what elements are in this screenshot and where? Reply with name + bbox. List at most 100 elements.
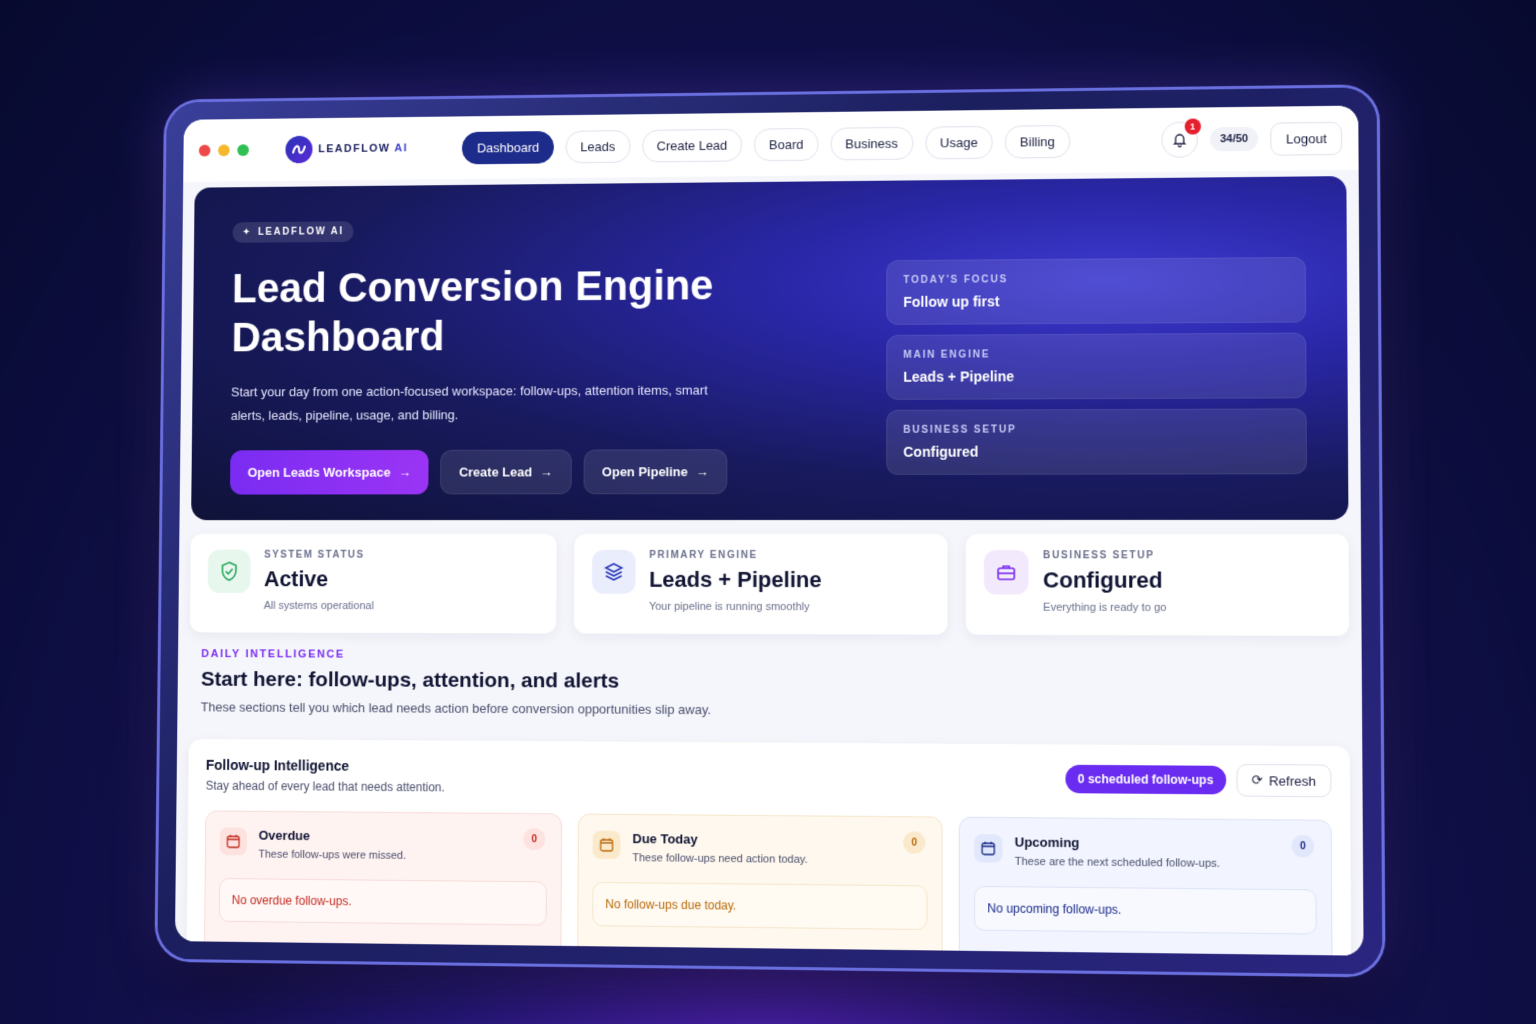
followup-cards: Overdue These follow-ups were missed. 0 …: [203, 810, 1333, 956]
right-tools: 1 34/50 Logout: [1161, 118, 1343, 158]
create-lead-label: Create Lead: [458, 464, 533, 480]
arrow-right-icon: →: [398, 464, 412, 480]
open-leads-workspace-label: Open Leads Workspace: [247, 464, 391, 480]
notification-badge: 1: [1184, 118, 1201, 135]
briefcase-icon: [984, 550, 1029, 595]
status-value: Configured: [1043, 567, 1163, 593]
focus-card-today: TODAY'S FOCUS Follow up first: [886, 256, 1307, 325]
minimize-dot[interactable]: [218, 144, 230, 157]
followup-count: 0: [903, 831, 926, 854]
status-desc: All systems operational: [263, 599, 374, 613]
followup-desc: These are the next scheduled follow-ups.: [1014, 855, 1220, 870]
shield-check-icon: [207, 549, 251, 594]
status-card-engine: PRIMARY ENGINE Leads + Pipeline Your pip…: [573, 533, 948, 635]
arrow-right-icon: →: [539, 464, 553, 480]
refresh-label: Refresh: [1268, 772, 1316, 789]
main-nav: Dashboard Leads Create Lead Board Busine…: [462, 124, 1071, 164]
status-card-system: SYSTEM STATUS Active All systems operati…: [189, 533, 557, 634]
app-screen: LEADFLOW AI Dashboard Leads Create Lead …: [174, 105, 1364, 956]
status-label: BUSINESS SETUP: [1043, 550, 1155, 562]
brand-main: LEADFLOW: [318, 142, 391, 156]
followup-empty-state: No follow-ups due today.: [592, 881, 928, 931]
close-dot[interactable]: [198, 144, 211, 157]
section-subtitle: These sections tell you which lead needs…: [200, 699, 711, 718]
focus-value: Configured: [903, 443, 979, 460]
tablet-frame: LEADFLOW AI Dashboard Leads Create Lead …: [157, 87, 1383, 975]
followup-card-overdue[interactable]: Overdue These follow-ups were missed. 0 …: [203, 810, 563, 956]
focus-label: MAIN ENGINE: [903, 349, 991, 361]
page-title: Lead Conversion Engine Dashboard: [231, 261, 714, 361]
status-value: Leads + Pipeline: [649, 566, 822, 593]
nav-leads[interactable]: Leads: [565, 129, 631, 163]
nav-create-lead[interactable]: Create Lead: [641, 128, 743, 162]
brand-logo-icon: [285, 135, 313, 164]
panel-actions: 0 scheduled follow-ups ⟳ Refresh: [1065, 763, 1332, 798]
hero-banner: ✦ LEADFLOW AI Lead Conversion Engine Das…: [191, 176, 1349, 521]
arrow-right-icon: →: [695, 464, 709, 480]
refresh-button[interactable]: ⟳ Refresh: [1235, 763, 1332, 798]
followup-title: Due Today: [632, 831, 698, 847]
nav-business[interactable]: Business: [830, 126, 913, 160]
sparkle-icon: ✦: [242, 227, 253, 238]
status-desc: Your pipeline is running smoothly: [648, 600, 810, 614]
status-label: SYSTEM STATUS: [264, 549, 365, 561]
focus-panel: TODAY'S FOCUS Follow up first MAIN ENGIN…: [886, 256, 1307, 475]
followup-empty-state: No upcoming follow-ups.: [974, 885, 1317, 935]
calendar-upcoming-icon: [974, 834, 1003, 863]
focus-card-business: BUSINESS SETUP Configured: [886, 408, 1307, 475]
logout-button[interactable]: Logout: [1270, 121, 1343, 156]
followup-title: Upcoming: [1014, 834, 1080, 851]
create-lead-button[interactable]: Create Lead →: [440, 449, 572, 495]
status-value: Active: [263, 566, 329, 592]
followup-empty-state: No overdue follow-ups.: [218, 878, 547, 926]
followup-desc: These follow-ups were missed.: [258, 848, 407, 862]
section-title: Start here: follow-ups, attention, and a…: [200, 667, 620, 693]
followup-title: Overdue: [258, 827, 311, 844]
nav-board[interactable]: Board: [754, 127, 819, 161]
followup-count: 0: [1291, 834, 1315, 858]
open-pipeline-label: Open Pipeline: [601, 464, 688, 480]
focus-value: Follow up first: [903, 293, 1000, 310]
panel-title: Follow-up Intelligence: [205, 756, 350, 774]
usage-counter[interactable]: 34/50: [1209, 126, 1259, 152]
brand[interactable]: LEADFLOW AI: [285, 135, 408, 164]
window-controls: [198, 144, 249, 157]
nav-billing[interactable]: Billing: [1004, 124, 1071, 159]
nav-usage[interactable]: Usage: [924, 125, 993, 159]
layers-icon: [591, 549, 636, 594]
status-row: SYSTEM STATUS Active All systems operati…: [189, 533, 1350, 636]
brand-suffix: AI: [394, 142, 408, 155]
hero-tag: ✦ LEADFLOW AI: [232, 221, 354, 243]
calendar-alert-icon: [219, 827, 248, 856]
notifications-button[interactable]: 1: [1161, 118, 1201, 158]
status-desc: Everything is ready to go: [1043, 601, 1167, 615]
maximize-dot[interactable]: [237, 144, 249, 157]
focus-label: BUSINESS SETUP: [903, 424, 1017, 436]
status-label: PRIMARY ENGINE: [649, 549, 758, 561]
top-bar: LEADFLOW AI Dashboard Leads Create Lead …: [183, 105, 1359, 182]
stage: LEADFLOW AI Dashboard Leads Create Lead …: [0, 0, 1536, 1024]
scheduled-count-badge[interactable]: 0 scheduled follow-ups: [1065, 764, 1226, 795]
panel-header: Follow-up Intelligence Stay ahead of eve…: [206, 757, 1332, 801]
nav-dashboard[interactable]: Dashboard: [462, 130, 555, 164]
intel-eyebrow: DAILY INTELLIGENCE: [201, 648, 345, 661]
followup-card-due-today[interactable]: Due Today These follow-ups need action t…: [577, 813, 943, 956]
followup-count: 0: [523, 828, 546, 851]
followup-desc: These follow-ups need action today.: [632, 852, 808, 866]
hero-subtitle: Start your day from one action-focused w…: [230, 382, 708, 424]
calendar-clock-icon: [592, 830, 621, 860]
open-pipeline-button[interactable]: Open Pipeline →: [583, 449, 728, 495]
open-leads-workspace-button[interactable]: Open Leads Workspace →: [229, 450, 429, 495]
followup-card-upcoming[interactable]: Upcoming These are the next scheduled fo…: [958, 816, 1333, 956]
followup-panel: Follow-up Intelligence Stay ahead of eve…: [185, 738, 1352, 956]
intel-header: DAILY INTELLIGENCE Start here: follow-up…: [201, 648, 1338, 720]
refresh-icon: ⟳: [1251, 772, 1263, 788]
focus-label: TODAY'S FOCUS: [903, 274, 1009, 286]
hero-tag-label: LEADFLOW AI: [257, 226, 344, 238]
focus-value: Leads + Pipeline: [903, 368, 1015, 385]
focus-card-engine: MAIN ENGINE Leads + Pipeline: [886, 332, 1307, 400]
status-card-business: BUSINESS SETUP Configured Everything is …: [966, 534, 1350, 636]
bell-icon: [1171, 132, 1187, 148]
panel-subtitle: Stay ahead of every lead that needs atte…: [205, 778, 445, 795]
brand-name: LEADFLOW AI: [318, 142, 408, 155]
